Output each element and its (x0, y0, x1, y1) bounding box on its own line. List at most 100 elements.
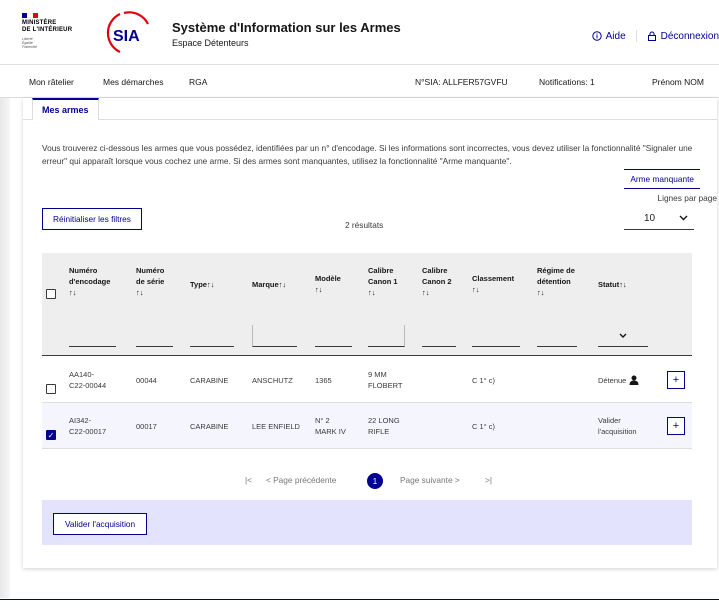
lines-per-page-label: Lignes par page (657, 193, 717, 203)
results-count: 2 résultats (345, 220, 384, 230)
col-label: Régime de détention (537, 266, 575, 286)
col-label: Calibre Canon 1 (368, 266, 398, 286)
col-label: Statut (598, 280, 620, 289)
col-label: Numéro de série (136, 266, 165, 286)
sia-logo-text: SIA (113, 28, 140, 45)
sort-icon: ↑↓ (472, 285, 480, 294)
col-encodage[interactable]: Numéro d'encodage ↑↓ (69, 265, 110, 298)
select-all-checkbox[interactable] (46, 289, 56, 299)
cell-marque: LEE ENFIELD (252, 421, 300, 431)
app-subtitle: Espace Détenteurs (172, 38, 249, 48)
sort-icon: ↑↓ (537, 288, 545, 297)
reset-filters-button[interactable]: Réinitialiser les filtres (42, 208, 142, 230)
filter-encodage[interactable] (69, 325, 116, 347)
app-title: Système d'Information sur les Armes (172, 20, 401, 35)
current-page[interactable]: 1 (367, 473, 383, 489)
filter-type[interactable] (190, 325, 234, 347)
sia-logo: SIA (106, 11, 149, 53)
user-name[interactable]: Prénom NOM (652, 77, 704, 87)
previous-page-button[interactable]: < Page précédente (266, 475, 336, 485)
ministry-logo: MINISTÈRE DE L'INTÉRIEUR Liberté Égalité… (22, 13, 74, 49)
first-page-button[interactable]: |< (245, 475, 252, 485)
header-separator (635, 30, 637, 42)
cell-modele: N° 2 MARK IV (315, 416, 346, 436)
info-icon (591, 31, 602, 41)
help-link[interactable]: Aide (591, 30, 626, 42)
page-edge-shadow (0, 98, 10, 598)
tab-mes-armes[interactable]: Mes armes (32, 98, 99, 120)
col-statut[interactable]: Statut↑↓ (598, 279, 627, 290)
col-calibre2[interactable]: Calibre Canon 2 ↑↓ (422, 265, 452, 298)
chevron-down-icon (679, 215, 688, 221)
filter-calibre1[interactable] (368, 325, 405, 347)
col-regime[interactable]: Régime de détention ↑↓ (537, 265, 575, 298)
nav-item-rga[interactable]: RGA (189, 77, 207, 87)
sort-icon: ↑↓ (206, 280, 215, 289)
col-calibre1[interactable]: Calibre Canon 1 ↑↓ (368, 265, 398, 298)
row-checkbox[interactable] (46, 384, 56, 394)
cell-statut: Valider l'acquisition (598, 416, 637, 436)
filter-classement[interactable] (472, 325, 520, 347)
person-icon (629, 375, 639, 385)
cell-modele: 1365 (315, 375, 332, 385)
nav-item-ratelier[interactable]: Mon râtelier (29, 77, 74, 87)
filter-marque[interactable] (252, 325, 297, 347)
col-label: Type (190, 280, 207, 289)
col-modele[interactable]: Modèle ↑↓ (315, 273, 341, 295)
nav-item-demarches[interactable]: Mes démarches (103, 77, 163, 87)
sort-icon: ↑↓ (422, 288, 430, 297)
action-bar: Valider l'acquisition (42, 500, 692, 545)
filter-modele[interactable] (315, 325, 352, 347)
col-label: Classement (472, 274, 515, 283)
cell-classement: C 1° c) (472, 375, 496, 385)
table-row[interactable]: AA140- C22-00044 00044 CARABINE ANSCHUTZ… (42, 357, 692, 403)
col-label: Numéro d'encodage (69, 266, 111, 286)
table-row[interactable]: ✓ AI342- C22-00017 00017 CARABINE LEE EN… (42, 403, 692, 449)
validate-acquisition-button[interactable]: Valider l'acquisition (53, 513, 148, 535)
expand-row-button[interactable]: + (667, 371, 685, 389)
filter-calibre2[interactable] (422, 325, 456, 347)
last-page-button[interactable]: >| (485, 475, 492, 485)
col-label: Calibre Canon 2 (422, 266, 452, 286)
col-marque[interactable]: Marque↑↓ (252, 279, 286, 290)
col-label: Marque (252, 280, 279, 289)
cell-calibre1: 22 LONG RIFLE (368, 416, 400, 436)
tab-divider (23, 119, 717, 120)
sort-icon: ↑↓ (315, 285, 323, 294)
lines-per-page-value: 10 (644, 212, 656, 224)
main-nav: Mon râtelier Mes démarches RGA N°SIA: AL… (0, 64, 719, 98)
cell-calibre1: 9 MM FLOBERT (368, 370, 403, 390)
sort-icon: ↑↓ (619, 280, 627, 289)
header: MINISTÈRE DE L'INTÉRIEUR Liberté Égalité… (0, 0, 719, 64)
col-type[interactable]: Type↑↓ (190, 279, 214, 290)
weapons-panel: Mes armes Vous trouverez ci-dessous les … (23, 98, 717, 568)
col-classement[interactable]: Classement ↑↓ (472, 273, 514, 295)
cell-classement: C 1° c) (472, 421, 496, 431)
lines-per-page-select[interactable]: 10 (624, 207, 694, 230)
cell-statut: Détenue (598, 357, 639, 403)
ministry-name: MINISTÈRE DE L'INTÉRIEUR (22, 20, 73, 33)
help-label: Aide (605, 30, 626, 42)
col-serie[interactable]: Numéro de série ↑↓ (136, 265, 164, 298)
footer-divider (0, 599, 719, 600)
expand-row-button[interactable]: + (667, 417, 685, 435)
table-header: Numéro d'encodage ↑↓ Numéro de série ↑↓ … (42, 253, 692, 356)
cell-encodage: AA140- C22-00044 (69, 370, 107, 390)
header-links: Aide Déconnexion (591, 30, 719, 42)
next-page-button[interactable]: Page suivante > (400, 475, 460, 485)
lock-icon (647, 31, 656, 41)
cell-marque: ANSCHUTZ (252, 375, 293, 385)
missing-weapon-button[interactable]: Arme manquante (624, 169, 700, 189)
filter-serie[interactable] (136, 325, 173, 347)
logout-label: Déconnexion (660, 30, 719, 42)
filter-statut-select[interactable] (598, 325, 648, 347)
filter-regime[interactable] (537, 325, 577, 347)
notifications-link[interactable]: Notifications: 1 (539, 77, 595, 87)
row-checkbox-checked[interactable]: ✓ (46, 430, 56, 440)
sort-icon: ↑↓ (136, 288, 144, 297)
cell-encodage: AI342- C22-00017 (69, 416, 107, 436)
intro-text: Vous trouverez ci-dessous les armes que … (42, 143, 693, 166)
logout-link[interactable]: Déconnexion (647, 31, 719, 42)
chevron-down-icon (619, 333, 627, 338)
sort-icon: ↑↓ (278, 280, 287, 289)
